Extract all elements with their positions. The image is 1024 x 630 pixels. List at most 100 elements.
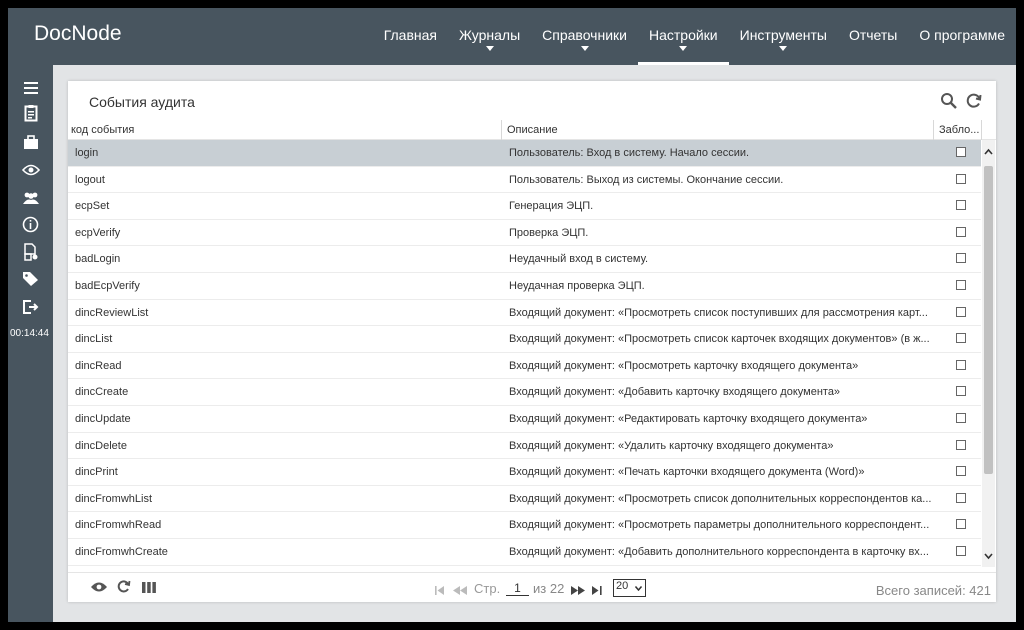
eye-icon[interactable] [20, 159, 41, 180]
blocked-checkbox[interactable] [956, 492, 966, 503]
table-row[interactable]: login Пользователь: Вход в систему. Начал… [68, 140, 981, 167]
blocked-checkbox[interactable] [956, 173, 966, 184]
table-row[interactable]: badEcpVerify Неудачная проверка ЭЦП. [68, 273, 981, 300]
caret-down-icon [779, 46, 788, 51]
view-icon[interactable] [90, 581, 108, 596]
event-code-cell: logout [75, 173, 105, 186]
nav-directories-label: Справочники [542, 27, 627, 43]
table-header: код события Описание Забло... [68, 120, 996, 140]
chevron-down-icon [635, 586, 642, 591]
blocked-checkbox[interactable] [956, 439, 966, 450]
scroll-up-icon[interactable] [984, 148, 993, 155]
column-header-code[interactable]: код события [71, 124, 134, 136]
blocked-checkbox[interactable] [956, 200, 966, 211]
event-description-cell: Входящий документ: «Добавить дополнитель… [509, 546, 929, 558]
next-page-icon[interactable] [571, 583, 585, 598]
event-description-cell: Входящий документ: «Редактировать карточ… [509, 413, 868, 425]
table-row[interactable]: dincDelete Входящий документ: «Удалить ка… [68, 433, 981, 460]
nav-tools-label: Инструменты [739, 27, 827, 43]
nav-home[interactable]: Главная [373, 8, 448, 65]
blocked-checkbox[interactable] [956, 333, 966, 344]
nav-about-label: О программе [919, 27, 1005, 43]
nav-about[interactable]: О программе [908, 8, 1016, 65]
menu-icon[interactable] [20, 77, 41, 98]
column-header-blocked[interactable]: Забло... [939, 124, 979, 136]
table-row[interactable]: dincFromwhRead Входящий документ: «Просмо… [68, 512, 981, 539]
table-row[interactable]: dincFromwhList Входящий документ: «Просмо… [68, 486, 981, 513]
blocked-checkbox[interactable] [956, 413, 966, 423]
info-icon[interactable] [20, 214, 41, 235]
document-settings-icon[interactable] [20, 241, 41, 262]
blocked-checkbox[interactable] [956, 386, 966, 397]
page-size-value: 20 [616, 580, 629, 592]
page-count-label: из 22 [533, 581, 565, 596]
column-header-description[interactable]: Описание [507, 124, 558, 136]
event-description-cell: Входящий документ: «Просмотреть список п… [509, 306, 928, 319]
blocked-checkbox[interactable] [956, 519, 966, 530]
clipboard-icon[interactable] [20, 102, 41, 123]
nav-directories[interactable]: Справочники [531, 8, 638, 65]
vertical-scrollbar[interactable] [982, 140, 995, 567]
blocked-checkbox[interactable] [956, 226, 966, 237]
blocked-checkbox[interactable] [956, 306, 966, 317]
briefcase-icon[interactable] [20, 131, 41, 152]
first-page-icon[interactable] [435, 583, 445, 598]
page-size-select[interactable]: 20 [613, 579, 646, 597]
nav-journals[interactable]: Журналы [448, 8, 531, 65]
table-footer: Стр. из 22 20 Всего записей: 421 [68, 572, 996, 602]
table-row[interactable]: ecpSet Генерация ЭЦП. [68, 193, 981, 220]
top-navbar: DocNode Главная Журналы Справочники Наст… [8, 8, 1016, 65]
column-divider[interactable] [981, 120, 982, 140]
nav-tools[interactable]: Инструменты [729, 8, 838, 65]
nav-reports[interactable]: Отчеты [838, 8, 908, 65]
event-code-cell: dincReviewList [75, 306, 149, 319]
table-row[interactable]: badLogin Неудачный вход в систему. [68, 246, 981, 273]
table-row[interactable]: dincPrint Входящий документ: «Печать карт… [68, 459, 981, 486]
column-divider[interactable] [933, 120, 934, 140]
event-description-cell: Проверка ЭЦП. [509, 226, 589, 239]
prev-page-icon[interactable] [453, 583, 467, 598]
table-row[interactable]: dincUpdate Входящий документ: «Редактиров… [68, 406, 981, 433]
table-row[interactable]: dincReviewList Входящий документ: «Просмо… [68, 300, 981, 327]
table-row[interactable]: dincList Входящий документ: «Просмотреть … [68, 326, 981, 353]
columns-icon[interactable] [142, 581, 156, 596]
blocked-checkbox[interactable] [956, 147, 966, 157]
event-description-cell: Пользователь: Вход в систему. Начало сес… [509, 147, 750, 159]
scroll-down-icon[interactable] [984, 553, 993, 560]
column-divider[interactable] [501, 120, 502, 140]
blocked-checkbox[interactable] [956, 253, 966, 264]
last-page-icon[interactable] [592, 583, 602, 598]
event-code-cell: dincFromwhRead [75, 519, 162, 532]
table-row[interactable]: dincFromwhCreate Входящий документ: «Доба… [68, 539, 981, 566]
scrollbar-thumb[interactable] [984, 166, 993, 474]
logout-icon[interactable] [20, 296, 41, 317]
page-number-input[interactable] [506, 580, 529, 596]
event-description-cell: Входящий документ: «Просмотреть список д… [509, 492, 932, 505]
page-title: События аудита [89, 94, 195, 110]
event-code-cell: dincUpdate [75, 413, 131, 425]
users-icon[interactable] [20, 187, 41, 208]
event-description-cell: Входящий документ: «Печать карточки вход… [509, 466, 865, 479]
event-description-cell: Неудачный вход в систему. [509, 253, 649, 266]
table-row[interactable]: logout Пользователь: Выход из системы. Ок… [68, 167, 981, 194]
reload-icon[interactable] [116, 579, 131, 597]
session-timer: 00:14:44 [10, 328, 49, 339]
search-icon[interactable] [940, 92, 958, 110]
blocked-checkbox[interactable] [956, 466, 966, 477]
nav-reports-label: Отчеты [848, 27, 898, 43]
blocked-checkbox[interactable] [956, 280, 966, 290]
nav-home-label: Главная [383, 27, 437, 43]
tags-icon[interactable] [20, 268, 41, 289]
table-row[interactable]: ecpVerify Проверка ЭЦП. [68, 220, 981, 247]
nav-settings-label: Настройки [648, 27, 718, 43]
table-row[interactable]: dincCreate Входящий документ: «Добавить к… [68, 379, 981, 406]
event-code-cell: badEcpVerify [75, 280, 140, 292]
app-logo[interactable]: DocNode [34, 22, 122, 46]
event-description-cell: Неудачная проверка ЭЦП. [509, 280, 645, 292]
blocked-checkbox[interactable] [956, 546, 966, 556]
table-row[interactable]: dincRead Входящий документ: «Просмотреть … [68, 353, 981, 380]
event-code-cell: dincList [75, 333, 113, 346]
nav-settings[interactable]: Настройки [637, 8, 729, 65]
refresh-icon[interactable] [965, 92, 983, 110]
blocked-checkbox[interactable] [956, 359, 966, 370]
